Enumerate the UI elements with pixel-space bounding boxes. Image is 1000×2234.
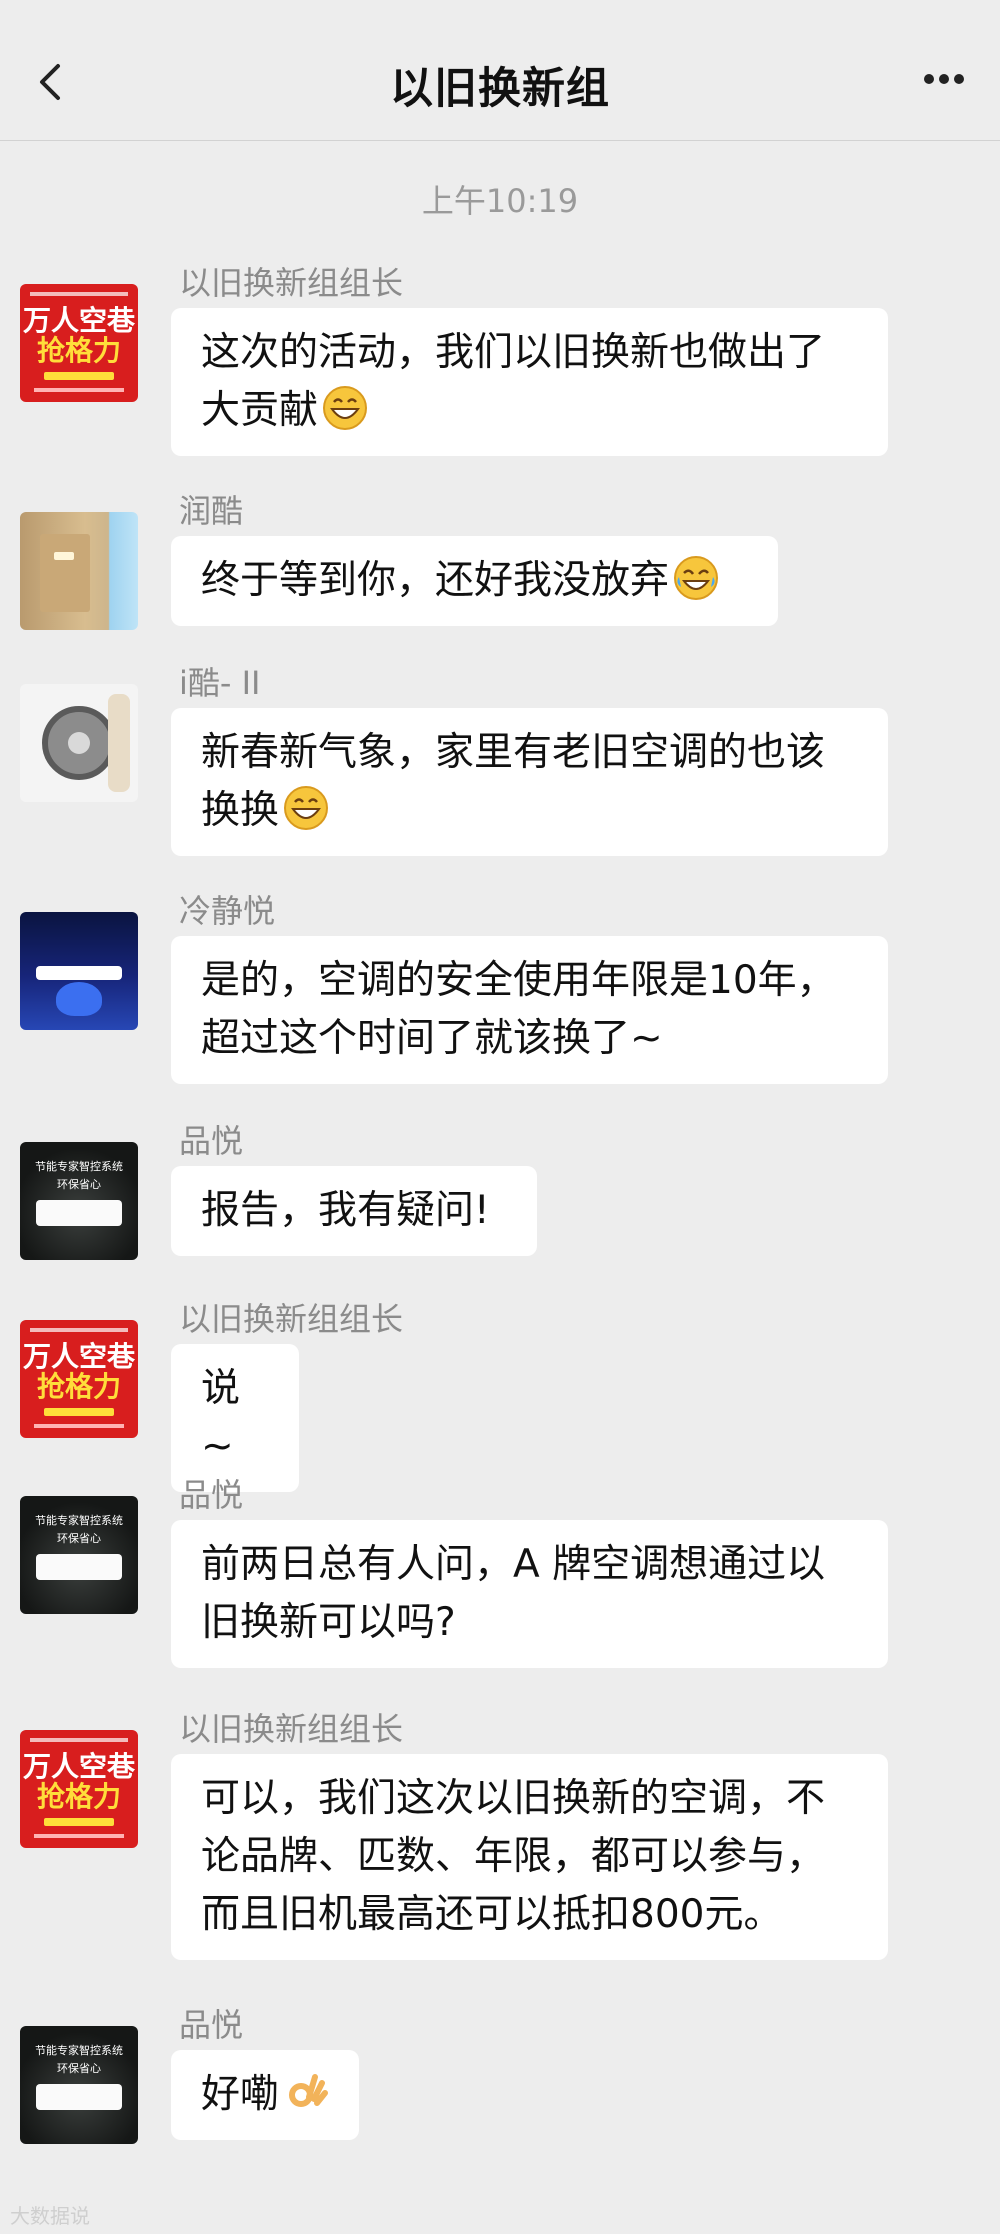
avatar[interactable]: 万人空巷 抢格力 [20, 1730, 138, 1848]
avatar[interactable]: 节能专家智控系统 环保省心 [20, 1496, 138, 1614]
sender-name: 冷静悦 [179, 892, 276, 930]
message-bubble[interactable]: 新春新气象，家里有老旧空调的也该 换换 [171, 708, 888, 856]
avatar-text: 环保省心 [57, 1532, 101, 1545]
message-text: 前两日总有人问，A 牌空调想通过以 [201, 1542, 826, 1587]
avatar-text: 抢格力 [36, 334, 121, 367]
avatar[interactable] [20, 684, 138, 802]
message-bubble[interactable]: 可以，我们这次以旧换新的空调，不 论品牌、匹数、年限，都可以参与， 而且旧机最高… [171, 1754, 888, 1960]
sender-name: 以旧换新组组长 [179, 264, 404, 302]
message-text: 超过这个时间了就该换了~ [201, 1016, 663, 1061]
message-text: 大贡献 [201, 388, 319, 433]
grinning-emoji-icon [323, 386, 368, 430]
timestamp: 上午10:19 [421, 182, 579, 220]
avatar-text: 环保省心 [57, 2062, 101, 2075]
avatar-text: 节能专家智控系统 [35, 1160, 123, 1173]
avatar[interactable]: 万人空巷 抢格力 [20, 284, 138, 402]
message-bubble[interactable]: 好嘞 [171, 2050, 359, 2140]
message-text: 换换 [201, 788, 280, 833]
avatar[interactable] [20, 512, 138, 630]
sender-name: 品悦 [179, 2006, 244, 2044]
ok-hand-emoji-icon [289, 2074, 329, 2107]
message-text: 论品牌、匹数、年限，都可以参与， [201, 1834, 826, 1879]
avatar-text: 节能专家智控系统 [35, 1514, 123, 1527]
avatar-text: 节能专家智控系统 [35, 2044, 123, 2057]
avatar[interactable]: 节能专家智控系统 环保省心 [20, 2026, 138, 2144]
message-bubble[interactable]: 终于等到你，还好我没放弃 [171, 536, 778, 626]
message-text: 是的，空调的安全使用年限是10年， [201, 958, 836, 1003]
sender-name: 以旧换新组组长 [179, 1710, 404, 1748]
message-bubble[interactable]: 这次的活动，我们以旧换新也做出了 大贡献 [171, 308, 888, 456]
message-text: 这次的活动，我们以旧换新也做出了 [201, 330, 826, 375]
tears-of-joy-emoji-icon [674, 556, 719, 600]
sender-name: i酷- II [179, 664, 261, 702]
sender-name: 品悦 [179, 1122, 244, 1160]
message-bubble[interactable]: 是的，空调的安全使用年限是10年， 超过这个时间了就该换了~ [171, 936, 888, 1084]
avatar-text: 抢格力 [36, 1370, 121, 1403]
sender-name: 润酷 [179, 492, 244, 530]
message-bubble[interactable]: 前两日总有人问，A 牌空调想通过以 旧换新可以吗? [171, 1520, 888, 1668]
avatar-text: 环保省心 [57, 1178, 101, 1191]
avatar[interactable]: 节能专家智控系统 环保省心 [20, 1142, 138, 1260]
avatar[interactable] [20, 912, 138, 1030]
avatar-text: 万人空巷 [22, 304, 135, 337]
message-text: 说~ [201, 1366, 241, 1469]
message-text: 好嘞 [201, 2072, 280, 2117]
avatar-text: 万人空巷 [22, 1750, 135, 1783]
chat-title: 以旧换新组 [390, 64, 610, 114]
message-text: 终于等到你，还好我没放弃 [201, 558, 670, 603]
avatar[interactable]: 万人空巷 抢格力 [20, 1320, 138, 1438]
avatar-text: 万人空巷 [22, 1340, 135, 1373]
sender-name: 以旧换新组组长 [179, 1300, 404, 1338]
avatar-text: 抢格力 [36, 1780, 121, 1813]
message-text: 旧换新可以吗? [201, 1600, 456, 1645]
message-text: 新春新气象，家里有老旧空调的也该 [201, 730, 826, 775]
more-dots-icon[interactable] [924, 74, 964, 86]
grinning-emoji-icon [284, 786, 329, 830]
message-text: 可以，我们这次以旧换新的空调，不 [201, 1776, 826, 1821]
message-text: 而且旧机最高还可以抵扣800元。 [201, 1892, 783, 1937]
sender-name: 品悦 [179, 1476, 244, 1514]
watermark: 大数据说 [10, 2204, 90, 2228]
nav-bar: 以旧换新组 [0, 0, 1000, 141]
message-bubble[interactable]: 报告，我有疑问! [171, 1166, 537, 1256]
message-text: 报告，我有疑问! [201, 1188, 490, 1233]
